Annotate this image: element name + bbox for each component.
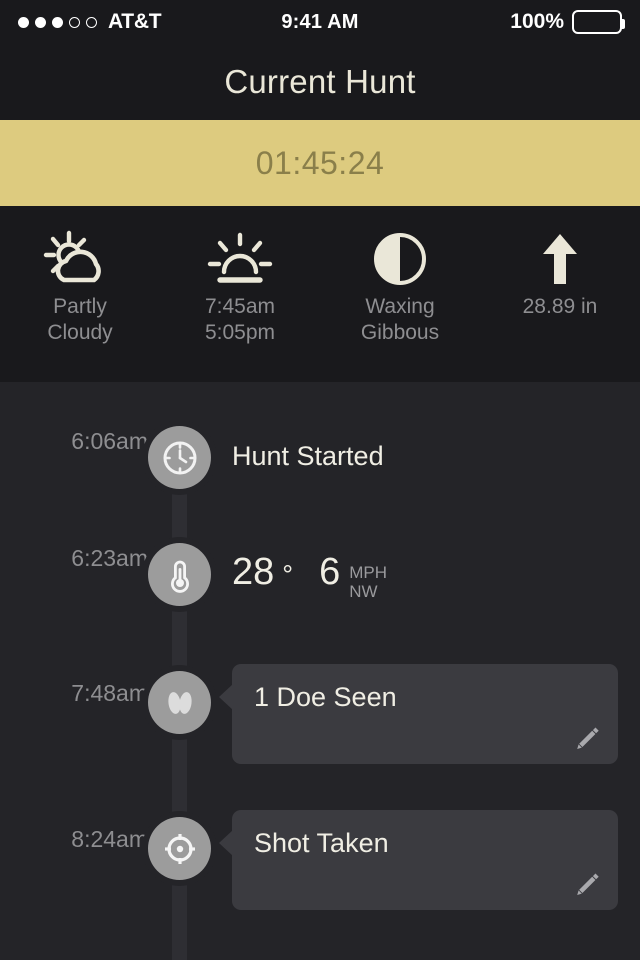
card-notch — [219, 684, 233, 710]
sunrise-sunset-icon — [205, 228, 275, 290]
signal-dot-empty — [86, 16, 97, 28]
weather-item-conditions[interactable]: Partly Cloudy — [0, 228, 160, 346]
clock-icon — [148, 426, 211, 489]
weather-item-moon-phase[interactable]: Waxing Gibbous — [320, 228, 480, 346]
deer-track-icon — [148, 671, 211, 734]
sun-times-label: 7:45am 5:05pm — [204, 295, 276, 344]
note-card[interactable]: Shot Taken — [219, 810, 618, 910]
timeline-content: 1 Doe Seen — [219, 664, 618, 764]
signal-dot-filled — [35, 16, 46, 28]
pencil-icon[interactable] — [570, 722, 604, 756]
timeline-content: 28 ° 6 MPH NW — [232, 543, 618, 607]
battery-nub — [621, 19, 625, 29]
status-bar-right: 100% — [510, 10, 625, 34]
note-title: 1 Doe Seen — [254, 682, 397, 712]
temperature-value: 28 — [232, 551, 275, 593]
navigation-bar: Current Hunt — [0, 44, 640, 120]
pencil-icon[interactable] — [570, 868, 604, 902]
weather-item-pressure[interactable]: 28.89 in — [480, 228, 640, 320]
timeline-time: 7:48am — [71, 680, 148, 706]
partly-cloudy-icon — [42, 228, 118, 290]
crosshair-icon — [148, 817, 211, 880]
status-bar-left: AT&T — [18, 10, 162, 34]
timeline-content: Hunt Started — [232, 426, 618, 473]
timeline-title: Hunt Started — [232, 441, 384, 471]
hunt-timeline: 6:06am Hunt Started 6:23am 28 ° 6 MPH NW… — [0, 382, 640, 960]
weather-summary-bar: Partly Cloudy 7:45am 5:05pm Waxing Gibbo… — [0, 206, 640, 382]
battery-icon — [572, 10, 625, 34]
status-bar: AT&T 9:41 AM 100% — [0, 0, 640, 44]
note-title: Shot Taken — [254, 828, 389, 858]
weather-conditions-label: Partly Cloudy — [47, 295, 113, 344]
signal-dot-filled — [52, 16, 63, 28]
wind-speed-value: 6 — [319, 551, 341, 593]
weather-item-sun-times[interactable]: 7:45am 5:05pm — [160, 228, 320, 346]
battery-percent-label: 100% — [510, 10, 564, 33]
pressure-up-arrow-icon — [537, 228, 583, 290]
thermometer-icon — [148, 543, 211, 606]
signal-strength-icon — [18, 16, 97, 28]
moon-phase-label: Waxing Gibbous — [360, 295, 440, 344]
app-screen: AT&T 9:41 AM 100% Current Hunt 01:45:24 — [0, 0, 640, 960]
timeline-time: 6:06am — [71, 428, 148, 454]
carrier-label: AT&T — [108, 10, 162, 33]
timeline-time: 8:24am — [71, 826, 148, 852]
signal-dot-filled — [18, 16, 29, 28]
elapsed-timer-bar[interactable]: 01:45:24 — [0, 120, 640, 206]
moon-phase-icon — [371, 228, 429, 290]
page-title: Current Hunt — [224, 63, 416, 100]
timeline-content: Shot Taken — [219, 810, 618, 910]
pressure-label: 28.89 in — [522, 295, 598, 318]
signal-dot-empty — [69, 16, 80, 28]
wind-units-label: MPH NW — [349, 563, 388, 601]
degree-symbol: ° — [282, 560, 294, 590]
elapsed-timer-value: 01:45:24 — [255, 144, 385, 181]
note-card[interactable]: 1 Doe Seen — [219, 664, 618, 764]
timeline-time: 6:23am — [71, 545, 148, 571]
card-notch — [219, 830, 233, 856]
conditions-readout: 28 ° 6 MPH NW — [232, 552, 618, 607]
